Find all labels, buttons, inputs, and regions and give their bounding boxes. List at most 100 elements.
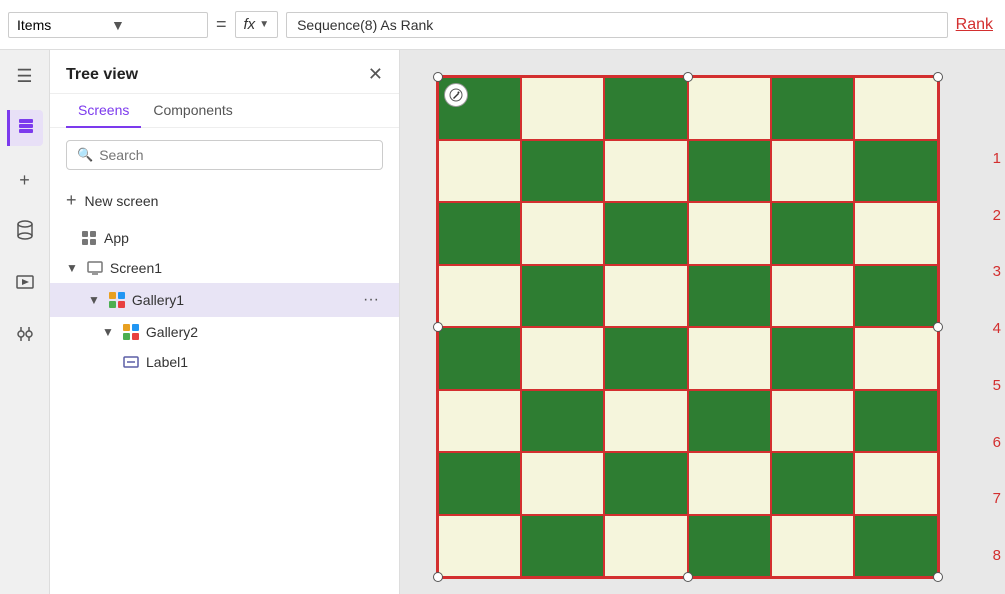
layers-icon bbox=[17, 117, 35, 140]
cell bbox=[854, 452, 937, 515]
cell bbox=[854, 202, 937, 265]
cell bbox=[771, 515, 854, 578]
cell bbox=[521, 390, 604, 453]
rank-8: 8 bbox=[993, 547, 1001, 564]
checkerboard bbox=[438, 77, 938, 577]
cell bbox=[688, 265, 771, 328]
cell bbox=[604, 515, 687, 578]
gallery2-icon bbox=[122, 323, 140, 341]
hamburger-icon: ☰ bbox=[16, 66, 32, 87]
layers-button[interactable] bbox=[7, 110, 43, 146]
cell bbox=[604, 452, 687, 515]
board-container bbox=[436, 75, 940, 579]
data-button[interactable] bbox=[7, 214, 43, 250]
handle-bottom-center[interactable] bbox=[683, 572, 693, 582]
cell bbox=[688, 515, 771, 578]
plus-icon: + bbox=[19, 170, 30, 191]
app-label: App bbox=[104, 230, 129, 246]
handle-bottom-right[interactable] bbox=[933, 572, 943, 582]
media-button[interactable] bbox=[7, 266, 43, 302]
new-screen-button[interactable]: + New screen bbox=[50, 182, 399, 219]
icon-bar: ☰ + bbox=[0, 50, 50, 594]
tools-button[interactable] bbox=[7, 318, 43, 354]
tab-components[interactable]: Components bbox=[141, 94, 244, 128]
tree-panel: Tree view ✕ Screens Components 🔍 + New s… bbox=[50, 50, 400, 594]
checkerboard-outer[interactable] bbox=[436, 75, 940, 579]
rank-numbers: 1 2 3 4 5 6 7 8 bbox=[989, 50, 1005, 594]
tabs-row: Screens Components bbox=[50, 94, 399, 128]
screen-icon bbox=[86, 259, 104, 277]
cell bbox=[604, 77, 687, 140]
cell bbox=[771, 265, 854, 328]
rank-5: 5 bbox=[993, 377, 1001, 394]
media-icon bbox=[16, 273, 34, 296]
edit-badge[interactable] bbox=[444, 83, 468, 107]
handle-top-center[interactable] bbox=[683, 72, 693, 82]
rank-1: 1 bbox=[993, 150, 1001, 167]
tree-item-label1[interactable]: Label1 bbox=[50, 347, 399, 377]
cell bbox=[688, 452, 771, 515]
handle-top-right[interactable] bbox=[933, 72, 943, 82]
chevron-down-icon: ▼ bbox=[111, 17, 199, 33]
tree-item-gallery2[interactable]: ▼ Gallery2 bbox=[50, 317, 399, 347]
rank-6: 6 bbox=[993, 434, 1001, 451]
tab-screens[interactable]: Screens bbox=[66, 94, 141, 128]
main-area: ☰ + Tree view ✕ bbox=[0, 50, 1005, 594]
cell bbox=[438, 140, 521, 203]
tree-item-app[interactable]: App bbox=[50, 223, 399, 253]
cell bbox=[604, 265, 687, 328]
rank-4: 4 bbox=[993, 320, 1001, 337]
tree-items: App ▼ Screen1 ▼ bbox=[50, 219, 399, 594]
gallery1-more-button[interactable]: ··· bbox=[359, 289, 383, 311]
cell bbox=[688, 77, 771, 140]
cell bbox=[854, 390, 937, 453]
cell bbox=[771, 202, 854, 265]
cell bbox=[438, 515, 521, 578]
handle-middle-left[interactable] bbox=[433, 322, 443, 332]
fx-box[interactable]: fx ▼ bbox=[235, 11, 279, 38]
cell bbox=[854, 77, 937, 140]
tree-item-screen1[interactable]: ▼ Screen1 bbox=[50, 253, 399, 283]
hamburger-button[interactable]: ☰ bbox=[7, 58, 43, 94]
cell bbox=[688, 327, 771, 390]
items-dropdown[interactable]: Items ▼ bbox=[8, 12, 208, 38]
gallery1-icon bbox=[108, 291, 126, 309]
gallery2-expand-icon: ▼ bbox=[102, 325, 114, 339]
cell bbox=[521, 327, 604, 390]
add-button[interactable]: + bbox=[7, 162, 43, 198]
tree-header: Tree view ✕ bbox=[50, 50, 399, 94]
top-bar: Items ▼ = fx ▼ Sequence(8) As Rank Rank bbox=[0, 0, 1005, 50]
tree-item-gallery1[interactable]: ▼ Gallery1 ··· bbox=[50, 283, 399, 317]
search-input[interactable] bbox=[99, 147, 372, 163]
cylinder-icon bbox=[16, 220, 34, 245]
cell bbox=[438, 327, 521, 390]
fx-chevron-icon: ▼ bbox=[259, 19, 269, 30]
cell bbox=[604, 390, 687, 453]
handle-bottom-left[interactable] bbox=[433, 572, 443, 582]
cell bbox=[438, 265, 521, 328]
cell bbox=[854, 327, 937, 390]
close-button[interactable]: ✕ bbox=[368, 64, 383, 85]
app-icon bbox=[80, 229, 98, 247]
cell bbox=[771, 140, 854, 203]
rank-2: 2 bbox=[993, 207, 1001, 224]
cell bbox=[771, 452, 854, 515]
cell bbox=[688, 202, 771, 265]
cell bbox=[771, 390, 854, 453]
handle-top-left[interactable] bbox=[433, 72, 443, 82]
cell bbox=[854, 140, 937, 203]
formula-bar[interactable]: Sequence(8) As Rank bbox=[286, 12, 948, 38]
cell bbox=[771, 327, 854, 390]
cell bbox=[688, 390, 771, 453]
cell bbox=[688, 140, 771, 203]
gallery2-label: Gallery2 bbox=[146, 324, 198, 340]
search-icon: 🔍 bbox=[77, 147, 93, 163]
handle-middle-right[interactable] bbox=[933, 322, 943, 332]
cell bbox=[854, 265, 937, 328]
gallery1-label: Gallery1 bbox=[132, 292, 184, 308]
equals-icon: = bbox=[216, 14, 227, 35]
tools-icon bbox=[16, 325, 34, 348]
cell bbox=[604, 140, 687, 203]
cell bbox=[438, 390, 521, 453]
cell bbox=[854, 515, 937, 578]
